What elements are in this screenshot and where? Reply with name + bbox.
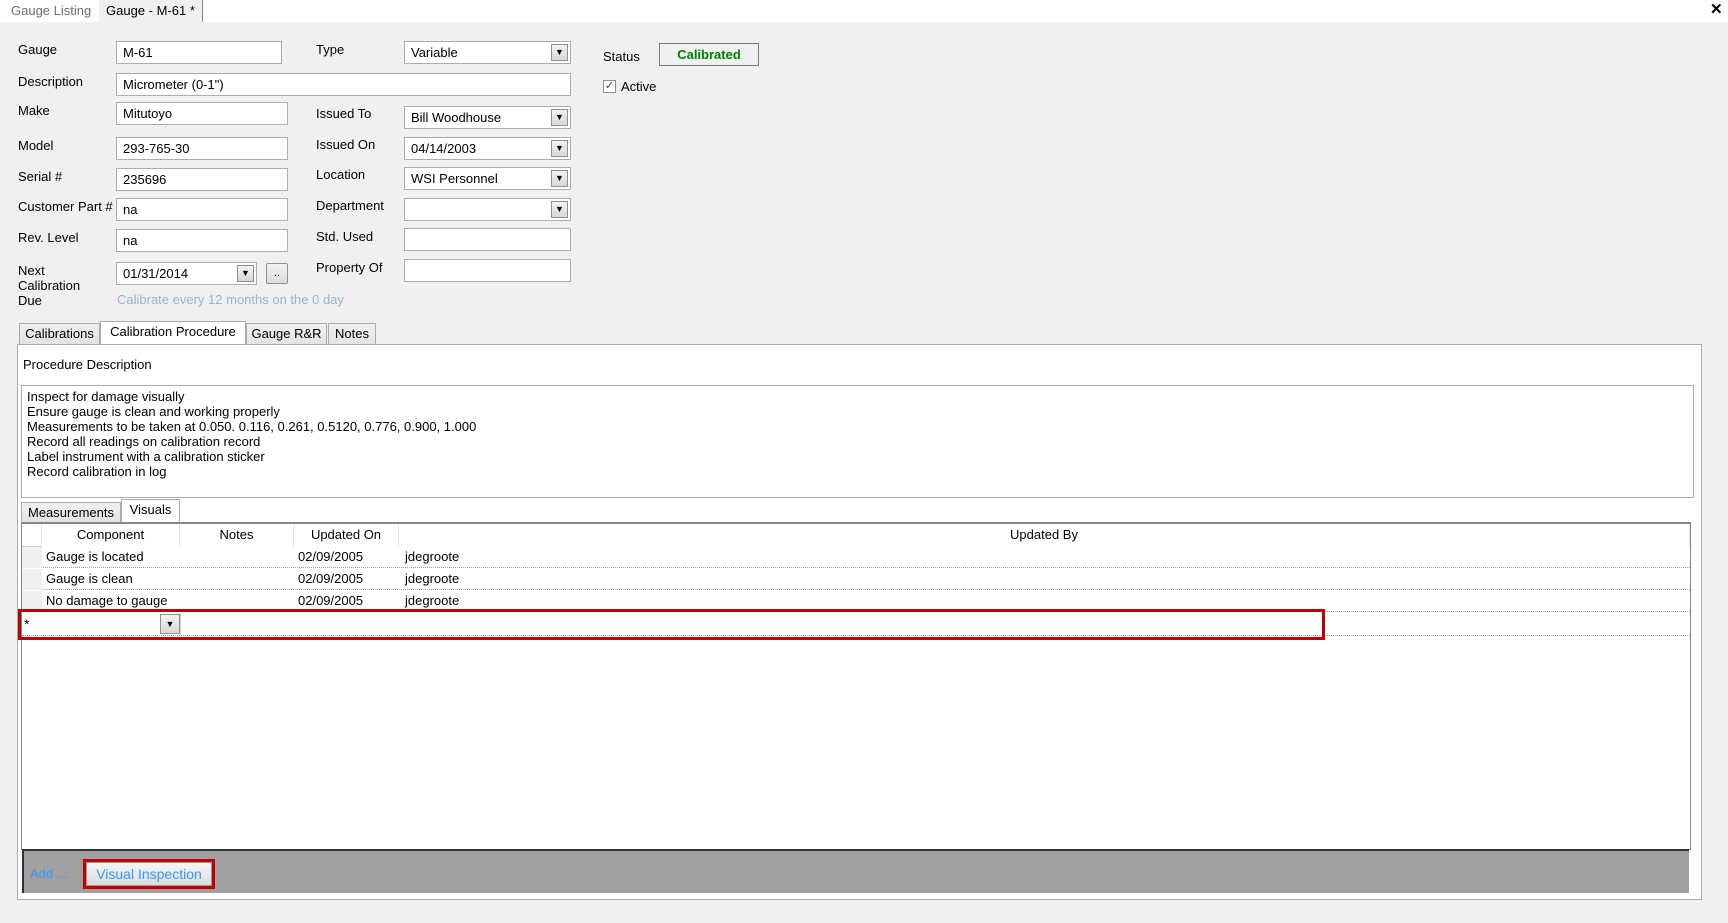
- procedure-description-textarea[interactable]: Inspect for damage visually Ensure gauge…: [21, 385, 1694, 498]
- component-cell[interactable]: Gauge is clean: [46, 569, 133, 589]
- std-used-field[interactable]: [404, 228, 571, 251]
- make-field[interactable]: Mitutoyo: [116, 102, 288, 125]
- row-header[interactable]: [22, 569, 42, 590]
- active-checkbox[interactable]: ✓: [603, 80, 616, 93]
- document-tab-strip: [0, 0, 1728, 22]
- row-header[interactable]: [22, 547, 42, 568]
- doc-tab-gauge-m61[interactable]: Gauge - M-61 *: [99, 0, 203, 22]
- table-row[interactable]: Gauge is clean 02/09/2005 jdegroote: [22, 569, 1690, 590]
- active-label: Active: [621, 79, 657, 94]
- type-label: Type: [316, 42, 345, 57]
- procedure-line: Ensure gauge is clean and working proper…: [27, 404, 280, 419]
- location-value: WSI Personnel: [411, 171, 498, 186]
- issued-to-value: Bill Woodhouse: [411, 110, 502, 125]
- issued-to-select[interactable]: Bill Woodhouse ▼: [404, 106, 571, 129]
- chevron-down-icon[interactable]: ▼: [551, 140, 568, 157]
- calibration-schedule-button[interactable]: ..: [266, 263, 288, 284]
- customer-part-label: Customer Part #: [18, 199, 113, 214]
- procedure-line: Label instrument with a calibration stic…: [27, 449, 265, 464]
- rev-level-label: Rev. Level: [18, 230, 79, 245]
- row-header-corner: [22, 524, 42, 547]
- next-calibration-label: Next Calibration Due: [18, 263, 81, 308]
- procedure-description-label: Procedure Description: [23, 357, 152, 372]
- std-used-label: Std. Used: [316, 229, 374, 244]
- procedure-line: Measurements to be taken at 0.050. 0.116…: [27, 419, 477, 434]
- subtab-visuals[interactable]: Visuals: [121, 499, 180, 523]
- updated-on-cell[interactable]: 02/09/2005: [298, 547, 363, 567]
- subtab-measurements[interactable]: Measurements: [21, 502, 121, 524]
- updated-on-cell[interactable]: 02/09/2005: [298, 591, 363, 611]
- chevron-down-icon[interactable]: ▼: [551, 44, 568, 61]
- make-label: Make: [18, 103, 50, 118]
- column-header-updated-by[interactable]: Updated By: [399, 524, 1690, 547]
- visual-inspection-button[interactable]: Visual Inspection: [86, 862, 212, 886]
- chevron-down-icon[interactable]: ▼: [237, 265, 254, 282]
- department-label: Department: [316, 198, 384, 213]
- tab-notes[interactable]: Notes: [328, 323, 376, 345]
- updated-by-cell[interactable]: jdegroote: [405, 591, 459, 611]
- location-label: Location: [316, 167, 366, 182]
- description-field[interactable]: Micrometer (0-1"): [116, 73, 571, 96]
- status-label: Status: [603, 49, 640, 64]
- tab-calibration-procedure[interactable]: Calibration Procedure: [100, 321, 246, 345]
- status-badge: Calibrated: [659, 43, 759, 66]
- gauge-field[interactable]: M-61: [116, 41, 282, 64]
- procedure-line: Record calibration in log: [27, 464, 167, 479]
- chevron-down-icon[interactable]: ▼: [551, 170, 568, 187]
- column-header-component[interactable]: Component: [42, 524, 180, 547]
- procedure-line: Inspect for damage visually: [27, 389, 185, 404]
- issued-on-date-picker[interactable]: 04/14/2003 ▼: [404, 137, 571, 160]
- doc-tab-gauge-listing[interactable]: Gauge Listing: [4, 0, 98, 22]
- description-label: Description: [18, 74, 84, 89]
- column-header-notes[interactable]: Notes: [180, 524, 294, 547]
- model-field[interactable]: 293-765-30: [116, 137, 288, 160]
- highlight-box-new-row: [18, 609, 1325, 640]
- calibration-hint: Calibrate every 12 months on the 0 day: [117, 292, 344, 307]
- issued-to-label: Issued To: [316, 106, 372, 121]
- table-row[interactable]: Gauge is located 02/09/2005 jdegroote: [22, 547, 1690, 568]
- serial-label: Serial #: [18, 169, 63, 184]
- next-calibration-date-picker[interactable]: 01/31/2014 ▼: [116, 262, 257, 285]
- updated-by-cell[interactable]: jdegroote: [405, 569, 459, 589]
- close-icon[interactable]: ✕: [1710, 0, 1723, 18]
- model-label: Model: [18, 138, 54, 153]
- chevron-down-icon[interactable]: ▼: [551, 109, 568, 126]
- updated-on-cell[interactable]: 02/09/2005: [298, 569, 363, 589]
- procedure-line: Record all readings on calibration recor…: [27, 434, 261, 449]
- add-link[interactable]: Add ...: [30, 866, 68, 881]
- tab-gauge-rr[interactable]: Gauge R&R: [246, 323, 327, 345]
- component-cell[interactable]: Gauge is located: [46, 547, 144, 567]
- department-select[interactable]: ▼: [404, 198, 571, 221]
- type-value: Variable: [411, 45, 458, 60]
- column-header-updated-on[interactable]: Updated On: [294, 524, 399, 547]
- component-cell[interactable]: No damage to gauge: [46, 591, 167, 611]
- location-select[interactable]: WSI Personnel ▼: [404, 167, 571, 190]
- property-of-field[interactable]: [404, 259, 571, 282]
- customer-part-field[interactable]: na: [116, 198, 288, 221]
- tab-calibrations[interactable]: Calibrations: [19, 323, 100, 345]
- visuals-grid: Component Notes Updated On Updated By Ga…: [21, 522, 1691, 850]
- serial-field[interactable]: 235696: [116, 168, 288, 191]
- updated-by-cell[interactable]: jdegroote: [405, 547, 459, 567]
- chevron-down-icon[interactable]: ▼: [551, 201, 568, 218]
- rev-level-field[interactable]: na: [116, 229, 288, 252]
- issued-on-label: Issued On: [316, 137, 376, 152]
- gauge-label: Gauge: [18, 42, 58, 57]
- next-calibration-value: 01/31/2014: [123, 266, 189, 281]
- type-select[interactable]: Variable ▼: [404, 41, 571, 64]
- issued-on-value: 04/14/2003: [411, 141, 477, 156]
- property-of-label: Property Of: [316, 260, 383, 275]
- footer-bar: [22, 849, 1689, 893]
